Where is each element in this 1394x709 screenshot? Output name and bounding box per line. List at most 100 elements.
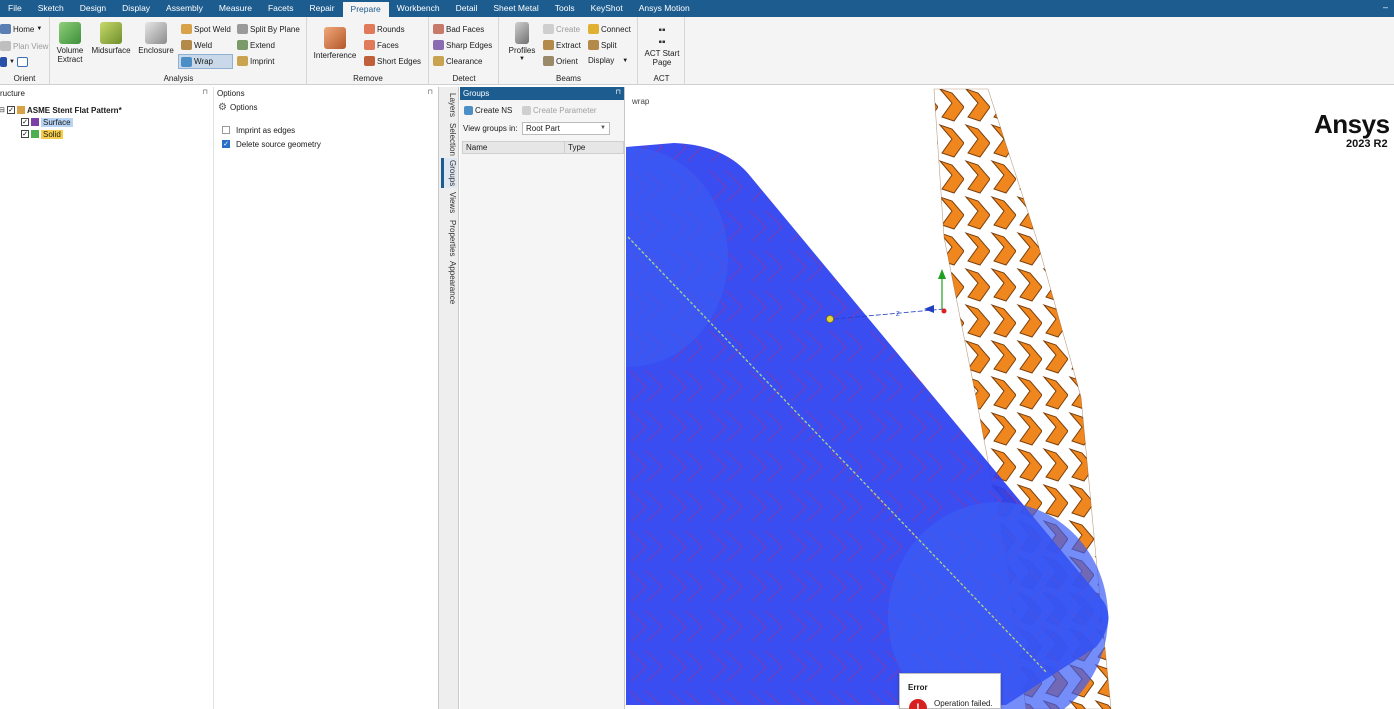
beam-connect-button[interactable]: Connect — [588, 24, 631, 34]
imprint-as-edges-checkbox[interactable] — [222, 126, 230, 134]
faces-button[interactable]: Faces — [364, 40, 399, 50]
visibility-checkbox[interactable]: ✓ — [21, 118, 29, 126]
view-groups-in-dropdown[interactable]: Root Part ▼ — [522, 122, 610, 135]
beam-display-button[interactable]: Display ▼ — [588, 56, 628, 65]
beam-split-button[interactable]: Split — [588, 40, 617, 50]
menu-tools[interactable]: Tools — [547, 0, 583, 17]
delete-source-geometry-checkbox[interactable]: ✓ — [222, 140, 230, 148]
collapse-icon[interactable]: ⊟ — [0, 106, 5, 114]
ribbon-group-beams: Profiles ▼ Create Extract Orient Connect… — [500, 17, 638, 85]
midsurface-icon — [100, 22, 122, 44]
pin-icon[interactable]: ⊓ — [428, 88, 433, 96]
error-notification[interactable]: Error ! Operation failed. — [899, 673, 1001, 709]
ribbon-group-detect: Bad Faces Sharp Edges Clearance Detect — [430, 17, 499, 85]
imprint-button[interactable]: Imprint — [237, 56, 274, 66]
axis-label: Z — [896, 312, 900, 318]
delete-source-geometry-option[interactable]: ✓ Delete source geometry — [214, 137, 437, 151]
menu-facets[interactable]: Facets — [260, 0, 302, 17]
plan-view-button[interactable]: Plan View — [0, 41, 48, 51]
create-ns-button[interactable]: Create NS — [464, 106, 512, 115]
volume-extract-button[interactable]: Volume Extract — [54, 22, 86, 64]
beam-create-button[interactable]: Create — [543, 24, 580, 34]
error-title: Error — [908, 683, 928, 692]
tree-item-label: Surface — [41, 117, 73, 127]
bad-faces-button[interactable]: Bad Faces — [433, 24, 484, 34]
menu-measure[interactable]: Measure — [211, 0, 260, 17]
minimize-ribbon-button[interactable]: – — [1383, 2, 1388, 12]
orient-view-button[interactable]: ▼ — [0, 57, 28, 67]
act-start-page-button[interactable]: ▪▪ ▪▪ ACT Start Page — [641, 25, 683, 67]
tab-views[interactable]: Views — [441, 189, 457, 217]
error-message: Operation failed. — [934, 699, 993, 708]
ansys-version: 2023 R2 — [1346, 138, 1388, 150]
menu-detail[interactable]: Detail — [448, 0, 486, 17]
view-groups-in-value: Root Part — [526, 124, 560, 133]
menu-file[interactable]: File — [0, 0, 30, 17]
pin-icon[interactable]: ⊓ — [616, 88, 621, 96]
beam-orient-button[interactable]: Orient — [543, 56, 578, 66]
faces-icon — [364, 40, 375, 50]
menu-design[interactable]: Design — [72, 0, 114, 17]
spot-weld-button[interactable]: Spot Weld — [181, 24, 231, 34]
home-icon — [0, 24, 11, 34]
menu-sheet-metal[interactable]: Sheet Metal — [485, 0, 546, 17]
tree-item-solid[interactable]: ✓ Solid — [0, 128, 212, 140]
weld-button[interactable]: Weld — [181, 40, 212, 50]
group-label-beams: Beams — [556, 74, 581, 83]
ribbon-group-remove: Interference Rounds Faces Short Edges Re… — [308, 17, 429, 85]
enclosure-button[interactable]: Enclosure — [136, 22, 176, 55]
view-groups-in-text: View groups in: — [463, 124, 518, 133]
extend-button[interactable]: Extend — [237, 40, 275, 50]
column-name[interactable]: Name — [463, 142, 565, 153]
enclosure-icon — [145, 22, 167, 44]
sharp-edges-icon — [433, 40, 444, 50]
imprint-as-edges-option[interactable]: Imprint as edges — [214, 123, 437, 137]
tab-appearance[interactable]: Appearance — [441, 259, 457, 307]
groups-panel-title: Groups — [463, 89, 490, 98]
visibility-checkbox[interactable]: ✓ — [7, 106, 15, 114]
split-by-plane-button[interactable]: Split By Plane — [237, 24, 300, 34]
rounds-button[interactable]: Rounds — [364, 24, 405, 34]
split-by-plane-icon — [237, 24, 248, 34]
pin-icon[interactable]: ⊓ — [203, 88, 208, 96]
home-button[interactable]: Home ▼ — [0, 24, 42, 34]
create-parameter-icon — [522, 106, 531, 115]
visibility-checkbox[interactable]: ✓ — [21, 130, 29, 138]
short-edges-button[interactable]: Short Edges — [364, 56, 421, 66]
menu-workbench[interactable]: Workbench — [389, 0, 448, 17]
menu-ansys-motion[interactable]: Ansys Motion — [631, 0, 698, 17]
tree-root[interactable]: ⊟ ✓ ASME Stent Flat Pattern* — [0, 104, 212, 116]
model-view[interactable]: Z — [626, 87, 1394, 709]
column-type[interactable]: Type — [565, 142, 623, 153]
interference-icon — [324, 27, 346, 49]
delete-source-geometry-label: Delete source geometry — [236, 139, 321, 149]
viewport-3d[interactable]: Z wrap Ansys 2023 R2 — [626, 87, 1394, 709]
ribbon-group-orient: Home ▼ Plan View ▼ Orient — [0, 17, 50, 85]
rounds-icon — [364, 24, 375, 34]
create-parameter-button[interactable]: Create Parameter — [522, 106, 597, 115]
extend-label: Extend — [250, 40, 275, 50]
tab-groups[interactable]: Groups — [441, 158, 457, 188]
clearance-button[interactable]: Clearance — [433, 56, 482, 66]
tab-layers[interactable]: Layers — [441, 90, 457, 120]
profiles-button[interactable]: Profiles ▼ — [505, 22, 539, 64]
menu-display[interactable]: Display — [114, 0, 158, 17]
tab-properties[interactable]: Properties — [441, 218, 457, 258]
menu-assembly[interactable]: Assembly — [158, 0, 211, 17]
groups-panel-header: Groups ⊓ — [460, 87, 624, 100]
menu-keyshot[interactable]: KeyShot — [583, 0, 631, 17]
midsurface-button[interactable]: Midsurface — [89, 22, 133, 55]
create-ns-label: Create NS — [475, 106, 513, 115]
tab-selection[interactable]: Selection — [441, 121, 457, 157]
wrap-label: Wrap — [194, 57, 213, 66]
midsurface-label: Midsurface — [91, 46, 131, 55]
interference-button[interactable]: Interference — [312, 27, 358, 60]
beam-extract-button[interactable]: Extract — [543, 40, 581, 50]
menu-prepare[interactable]: Prepare — [342, 0, 389, 17]
spot-weld-label: Spot Weld — [194, 24, 231, 34]
wrap-button[interactable]: Wrap — [178, 54, 233, 69]
menu-sketch[interactable]: Sketch — [30, 0, 72, 17]
tree-item-surface[interactable]: ✓ Surface — [0, 116, 212, 128]
menu-repair[interactable]: Repair — [301, 0, 342, 17]
sharp-edges-button[interactable]: Sharp Edges — [433, 40, 492, 50]
